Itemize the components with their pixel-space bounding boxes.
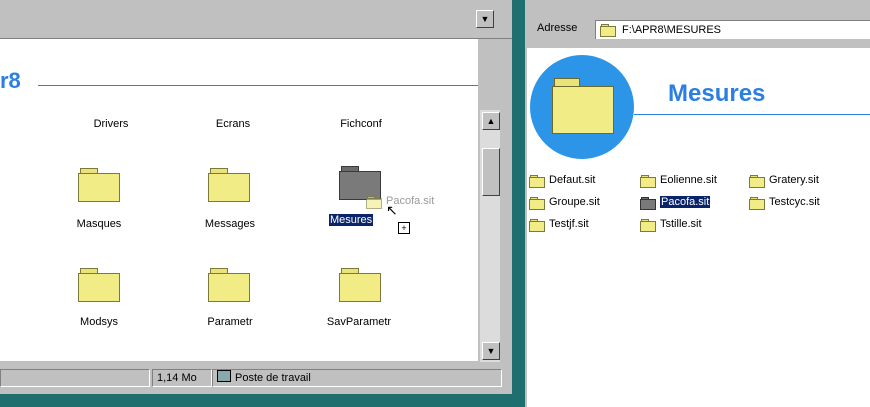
status-location: Poste de travail xyxy=(235,372,311,384)
scroll-thumb[interactable] xyxy=(482,148,500,196)
file-label: Testcyc.sit xyxy=(769,196,820,208)
folder-icon xyxy=(640,175,656,188)
scroll-down-button[interactable]: ▼ xyxy=(482,342,500,360)
folder-icon xyxy=(600,24,616,37)
title-divider xyxy=(38,85,478,86)
status-size: 1,14 Mo xyxy=(152,369,212,387)
folder-icon[interactable] xyxy=(78,268,120,302)
drag-file-icon xyxy=(366,196,382,209)
folder-fichconf[interactable]: Fichconf xyxy=(316,118,406,130)
file-label: Defaut.sit xyxy=(549,174,596,186)
folder-icon xyxy=(749,175,765,188)
folder-icon xyxy=(529,175,545,188)
folder-parametr[interactable]: Parametr xyxy=(180,316,280,328)
address-bar: Adresse F:\APR8\MESURES xyxy=(531,18,870,42)
folder-mesures-label: Mesures xyxy=(329,214,374,226)
status-bar: 1,14 Mo Poste de travail xyxy=(0,366,512,388)
status-location-cell: Poste de travail xyxy=(212,369,502,387)
title-divider-right xyxy=(634,114,870,115)
folder-icon[interactable] xyxy=(208,168,250,202)
file-label: Gratery.sit xyxy=(769,174,819,186)
folder-icon xyxy=(529,219,545,232)
folder-icon[interactable] xyxy=(78,168,120,202)
file-label: Eolienne.sit xyxy=(660,174,717,186)
folder-icon xyxy=(640,197,656,210)
folder-drivers[interactable]: Drivers xyxy=(66,118,156,130)
folder-title: r8 xyxy=(0,68,21,93)
folder-icon[interactable] xyxy=(208,268,250,302)
toolbar-scroll-down-button[interactable]: ▼ xyxy=(476,10,494,28)
folder-icon[interactable] xyxy=(339,166,381,200)
address-label: Adresse xyxy=(537,22,578,34)
file-label: Pacofa.sit xyxy=(660,196,711,208)
folder-icon xyxy=(640,219,656,232)
folder-savparametr[interactable]: SavParametr xyxy=(309,316,409,328)
folder-modsys[interactable]: Modsys xyxy=(49,316,149,328)
folder-masques[interactable]: Masques xyxy=(49,218,149,230)
folder-icon xyxy=(529,197,545,210)
file-label: Groupe.sit xyxy=(549,196,600,208)
address-value: F:\APR8\MESURES xyxy=(622,24,722,36)
status-empty-cell xyxy=(0,369,150,387)
folder-icon[interactable] xyxy=(339,268,381,302)
folder-mesures-selected[interactable]: Mesures xyxy=(329,214,374,226)
folder-messages[interactable]: Messages xyxy=(180,218,280,230)
scroll-up-button[interactable]: ▲ xyxy=(482,112,500,130)
file-label: Tstille.sit xyxy=(660,218,702,230)
folder-title-right: Mesures xyxy=(668,80,766,107)
computer-icon xyxy=(217,370,231,382)
window-divider xyxy=(512,0,525,407)
left-toolbar-area xyxy=(0,0,512,39)
address-field[interactable]: F:\APR8\MESURES xyxy=(595,20,870,39)
copy-plus-icon: + xyxy=(398,222,410,234)
large-folder-icon xyxy=(552,78,614,134)
vertical-scrollbar[interactable]: ▲ ▼ xyxy=(480,110,500,362)
cursor-arrow-icon: ↖ xyxy=(386,202,398,218)
file-label: Testjf.sit xyxy=(549,218,589,230)
folder-ecrans[interactable]: Ecrans xyxy=(188,118,278,130)
folder-icon xyxy=(749,197,765,210)
